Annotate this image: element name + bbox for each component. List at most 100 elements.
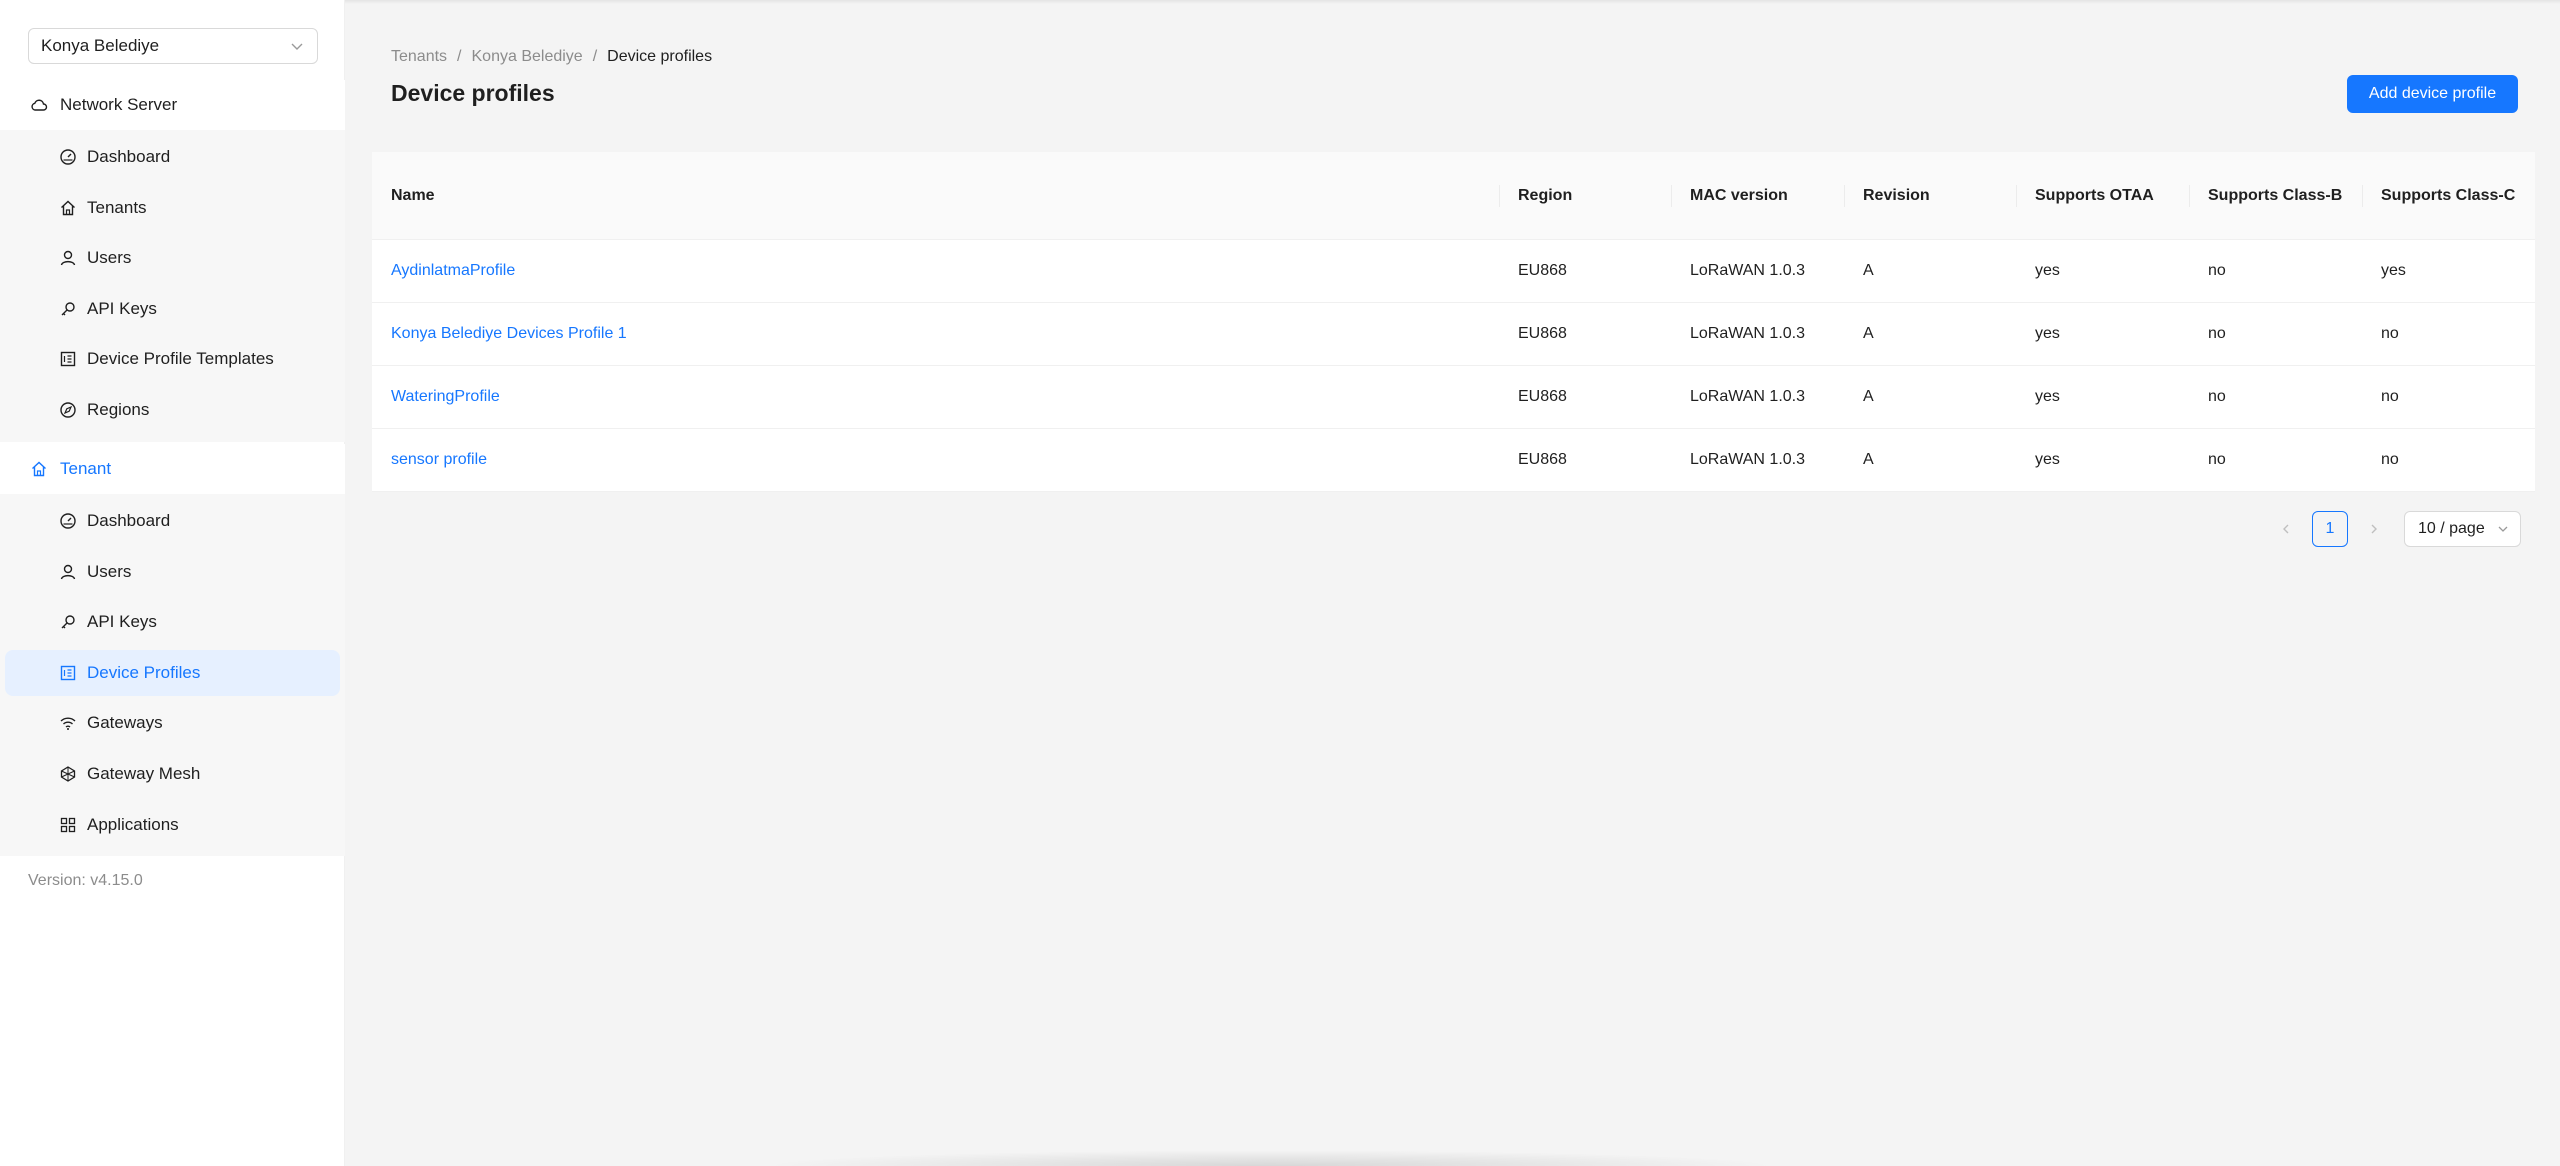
chevron-right-icon <box>2371 524 2377 534</box>
table-row: Konya Belediye Devices Profile 1 EU868 L… <box>372 303 2535 366</box>
menu-network-server-label: Network Server <box>60 95 178 114</box>
sidebar-item-ns-api-keys[interactable]: API Keys <box>5 286 340 332</box>
sidebar-item-gateways[interactable]: Gateways <box>5 700 340 746</box>
sidebar-item-api-keys[interactable]: API Keys <box>5 599 340 645</box>
column-header-supports-class-c[interactable]: Supports Class-C <box>2362 152 2535 240</box>
sidebar-item-device-profile-templates[interactable]: Device Profile Templates <box>5 336 340 382</box>
sidebar-item-tenants[interactable]: Tenants <box>5 185 340 231</box>
page-number-button[interactable]: 1 <box>2312 511 2348 547</box>
prev-page-button[interactable] <box>2270 511 2302 547</box>
add-device-profile-button[interactable]: Add device profile <box>2347 75 2518 113</box>
network-server-group: Network Server Dashboard Tenants Users A… <box>0 80 345 442</box>
sidebar-item-ns-dashboard[interactable]: Dashboard <box>5 134 340 180</box>
sidebar-item-device-profiles[interactable]: Device Profiles <box>5 649 340 696</box>
page-title: Device profiles <box>391 80 555 106</box>
mesh-icon <box>59 765 77 783</box>
cell-supports-otaa: yes <box>2035 388 2060 405</box>
profile-name-link[interactable]: AydinlatmaProfile <box>372 262 1499 280</box>
cell-supports-otaa: yes <box>2035 451 2060 468</box>
profile-name-link[interactable]: sensor profile <box>372 451 1499 469</box>
profile-name-link[interactable]: Konya Belediye Devices Profile 1 <box>372 325 1499 343</box>
top-shadow <box>0 0 2560 4</box>
profile-icon <box>59 350 77 368</box>
sidebar-item-regions[interactable]: Regions <box>5 387 340 433</box>
cloud-icon <box>30 96 48 114</box>
menu-tenant-label: Tenant <box>60 459 112 478</box>
next-page-button[interactable] <box>2358 511 2390 547</box>
user-icon <box>59 563 77 581</box>
breadcrumb-current: Device profiles <box>607 48 713 65</box>
cell-revision: A <box>1863 388 1874 405</box>
compass-icon <box>59 401 77 419</box>
cell-mac-version: LoRaWAN 1.0.3 <box>1690 388 1806 405</box>
cell-supports-class-c: no <box>2381 451 2399 468</box>
cell-mac-version: LoRaWAN 1.0.3 <box>1690 262 1806 279</box>
breadcrumb-tenant[interactable]: Konya Belediye <box>472 48 583 66</box>
table-header: Name Region MAC version Revision Support… <box>372 152 2535 240</box>
sidebar-item-users[interactable]: Users <box>5 549 340 595</box>
column-header-name[interactable]: Name <box>372 152 1499 240</box>
breadcrumb-tenants[interactable]: Tenants <box>391 48 447 66</box>
column-header-supports-class-b[interactable]: Supports Class-B <box>2189 152 2362 240</box>
column-header-mac-version[interactable]: MAC version <box>1671 152 1844 240</box>
device-profiles-table: Name Region MAC version Revision Support… <box>372 152 2535 492</box>
sidebar-item-applications[interactable]: Applications <box>5 802 340 848</box>
cell-supports-class-b: no <box>2208 262 2226 279</box>
tenant-select-value: Konya Belediye <box>41 36 160 55</box>
home-icon <box>30 460 48 478</box>
table-row: sensor profile EU868 LoRaWAN 1.0.3 A yes… <box>372 429 2535 492</box>
cell-supports-otaa: yes <box>2035 262 2060 279</box>
table-row: WateringProfile EU868 LoRaWAN 1.0.3 A ye… <box>372 366 2535 429</box>
cell-revision: A <box>1863 325 1874 342</box>
wifi-icon <box>59 714 77 732</box>
sidebar-item-ns-users[interactable]: Users <box>5 235 340 281</box>
menu-tenant[interactable]: Tenant <box>0 444 345 494</box>
sidebar-item-label: Users <box>87 248 132 268</box>
sidebar-item-label: Users <box>87 561 132 581</box>
cell-mac-version: LoRaWAN 1.0.3 <box>1690 325 1806 342</box>
cell-region: EU868 <box>1518 325 1567 342</box>
page-size-value: 10 / page <box>2418 520 2485 537</box>
cell-supports-class-c: no <box>2381 388 2399 405</box>
page-size-select[interactable]: 10 / page <box>2404 511 2521 547</box>
user-icon <box>59 249 77 267</box>
cell-supports-class-c: yes <box>2381 262 2406 279</box>
menu-network-server[interactable]: Network Server <box>0 80 345 130</box>
column-header-revision[interactable]: Revision <box>1844 152 2016 240</box>
home-icon <box>59 199 77 217</box>
sidebar-item-dashboard[interactable]: Dashboard <box>5 498 340 544</box>
cell-supports-class-b: no <box>2208 325 2226 342</box>
sidebar-item-label: Applications <box>87 814 179 834</box>
sidebar-item-label: API Keys <box>87 612 157 632</box>
sidebar-item-label: Device Profile Templates <box>87 349 274 369</box>
chevron-down-icon <box>2496 522 2510 536</box>
key-icon <box>59 300 77 318</box>
breadcrumb: Tenants / Konya Belediye / Device profil… <box>391 48 712 66</box>
cell-revision: A <box>1863 262 1874 279</box>
cell-mac-version: LoRaWAN 1.0.3 <box>1690 451 1806 468</box>
chevron-left-icon <box>2283 524 2289 534</box>
sidebar-item-gateway-mesh[interactable]: Gateway Mesh <box>5 751 340 797</box>
column-header-supports-otaa[interactable]: Supports OTAA <box>2016 152 2189 240</box>
sidebar: Konya Belediye Network Server Dashboard <box>0 0 345 1166</box>
sidebar-item-label: Dashboard <box>87 147 171 166</box>
profile-icon <box>59 664 77 682</box>
version-label: Version: v4.15.0 <box>28 872 143 889</box>
tenant-submenu: Dashboard Users API Keys Device Profiles <box>0 494 345 857</box>
sidebar-item-label: Dashboard <box>87 511 171 530</box>
cell-supports-class-c: no <box>2381 325 2399 342</box>
sidebar-item-label: Regions <box>87 399 150 419</box>
chevron-down-icon <box>289 38 305 54</box>
breadcrumb-separator: / <box>592 48 598 65</box>
cell-supports-otaa: yes <box>2035 325 2060 342</box>
pagination: 1 10 / page <box>2270 511 2521 547</box>
sidebar-item-label: API Keys <box>87 298 157 318</box>
tenant-select[interactable]: Konya Belediye <box>28 28 318 64</box>
sidebar-item-label: Gateways <box>87 713 163 733</box>
bottom-shadow <box>760 1150 1780 1166</box>
cell-region: EU868 <box>1518 262 1567 279</box>
key-icon <box>59 613 77 631</box>
cell-revision: A <box>1863 451 1874 468</box>
column-header-region[interactable]: Region <box>1499 152 1671 240</box>
profile-name-link[interactable]: WateringProfile <box>372 388 1499 406</box>
